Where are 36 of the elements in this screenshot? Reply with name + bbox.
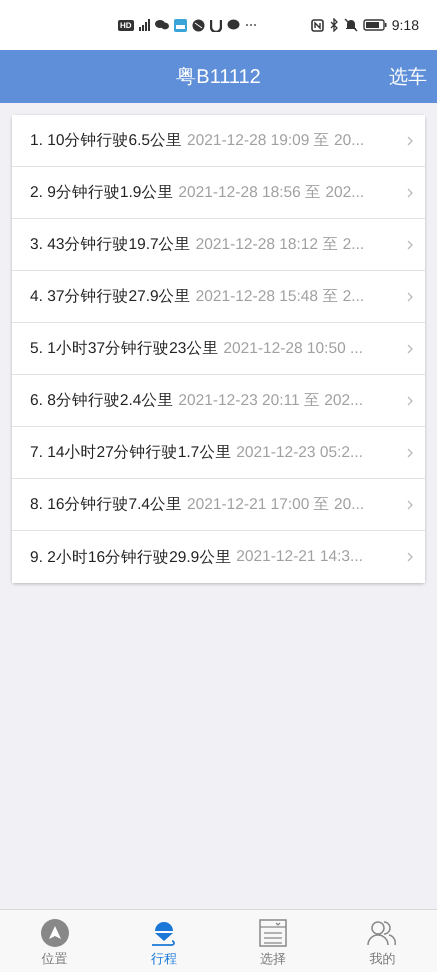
- trip-item[interactable]: 6. 8分钟行驶2.4公里 2021-12-23 20:11 至 202...: [12, 375, 425, 427]
- chevron-right-icon: [407, 344, 413, 354]
- bluetooth-icon: [328, 18, 339, 32]
- chevron-right-icon: [407, 448, 413, 458]
- plate-title: 粤B11112: [176, 65, 261, 90]
- chevron-right-icon: [407, 292, 413, 302]
- chevron-right-icon: [407, 188, 413, 198]
- chevron-right-icon: [407, 396, 413, 406]
- tab[interactable]: 我的: [328, 910, 437, 972]
- chevron-right-icon: [407, 500, 413, 510]
- trip-item[interactable]: 8. 16分钟行驶7.4公里 2021-12-21 17:00 至 20...: [12, 479, 425, 531]
- trip-item[interactable]: 9. 2小时16分钟行驶29.9公里 2021-12-21 14:3...: [12, 531, 425, 583]
- trip-item[interactable]: 2. 9分钟行驶1.9公里 2021-12-28 18:56 至 202...: [12, 167, 425, 219]
- chevron-right-icon: [407, 240, 413, 250]
- tab[interactable]: 选择: [218, 910, 328, 972]
- chevron-right-icon: [407, 552, 413, 562]
- muted-bell-icon: [344, 18, 358, 32]
- battery-icon: [362, 19, 387, 31]
- trip-item[interactable]: 1. 10分钟行驶6.5公里 2021-12-28 19:09 至 20...: [12, 115, 425, 167]
- trip-item[interactable]: 5. 1小时37分钟行驶23公里 2021-12-28 10:50 ...: [12, 323, 425, 375]
- app-icon: [174, 18, 187, 32]
- users-icon: [367, 920, 398, 946]
- chevron-right-icon: [407, 136, 413, 146]
- nfc-icon: [310, 18, 324, 32]
- tab[interactable]: 位置: [0, 910, 110, 972]
- form-list-icon: [259, 918, 288, 946]
- trip-item[interactable]: 4. 37分钟行驶27.9公里 2021-12-28 15:48 至 2...: [12, 271, 425, 323]
- more-icon: [244, 23, 257, 27]
- clock-time: 9:18: [392, 17, 419, 33]
- trip-item[interactable]: 7. 14小时27分钟行驶1.7公里 2021-12-23 05:2...: [12, 427, 425, 479]
- signal-icon: [138, 19, 150, 31]
- chat-icon: [154, 19, 169, 31]
- message-icon: [226, 19, 240, 31]
- hd-badge: HD: [118, 20, 134, 30]
- trip-item[interactable]: 3. 43分钟行驶19.7公里 2021-12-28 18:12 至 2...: [12, 219, 425, 271]
- tab[interactable]: 行程: [109, 910, 218, 972]
